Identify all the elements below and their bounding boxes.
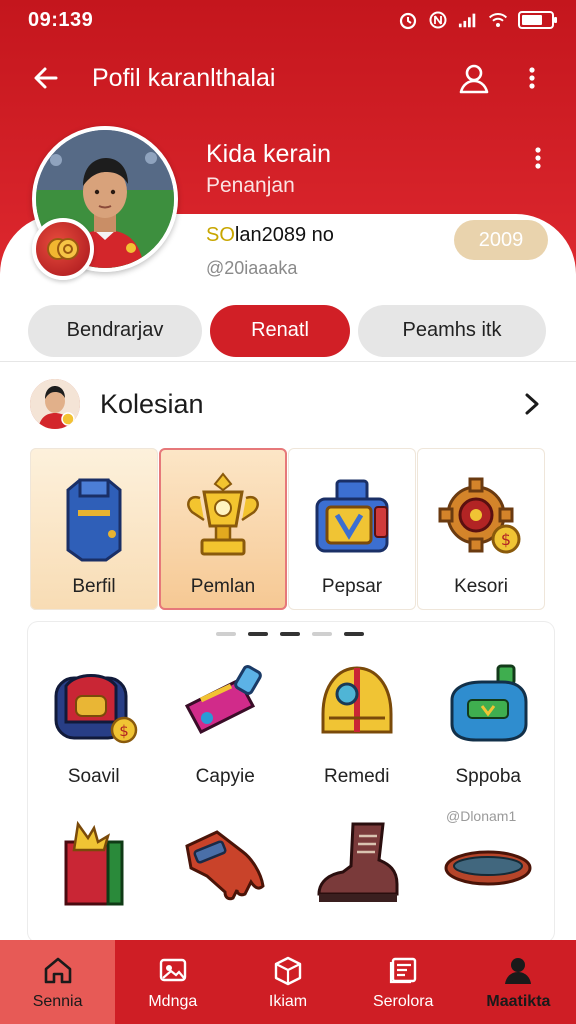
wifi-icon: [488, 10, 508, 30]
profile-handle: SOlan2089 no: [206, 224, 334, 247]
status-time: 09:139: [28, 8, 94, 31]
tab-renatl[interactable]: Renatl: [210, 304, 350, 357]
profile-more-icon[interactable]: [520, 140, 556, 176]
tab-bendrarjav[interactable]: Bendrarjav: [28, 304, 202, 357]
nav-home[interactable]: Sennia: [0, 940, 116, 1024]
belt-icon: [436, 812, 540, 916]
app-bar: Pofil karanlthalai: [0, 48, 576, 108]
item-card[interactable]: Capyie: [160, 652, 292, 788]
alarm-icon: [398, 10, 418, 30]
carousel-dot[interactable]: [248, 632, 268, 636]
nav-label: Mdnga: [148, 993, 198, 1010]
back-arrow-icon[interactable]: [26, 58, 66, 98]
nav-label: Ikiam: [268, 993, 308, 1010]
nav-label: Sennia: [32, 993, 83, 1010]
item-card[interactable]: [423, 812, 555, 926]
profile-subhandle: @20iaaaka: [206, 258, 298, 278]
profile-role: Penanjan: [206, 174, 295, 197]
boot-icon: [305, 812, 409, 916]
tab-bar: Bendrarjav Renatl Peamhs itk: [0, 300, 576, 362]
category-card-selected[interactable]: Pemlan: [159, 448, 287, 610]
battery-icon: [518, 11, 557, 29]
item-label: Sppoba: [455, 766, 521, 787]
person-icon: [501, 953, 535, 987]
items-panel: $ Soavil Capyie Remedi Sppoba @Dlonam1: [28, 622, 554, 942]
section-avatar: [30, 379, 80, 429]
pink-case-icon: [173, 652, 277, 756]
status-bar: 09:139: [0, 0, 576, 40]
clipboard-icon: [386, 953, 420, 987]
profile-handle-rest: lan2089 no: [234, 224, 334, 246]
items-grid: $ Soavil Capyie Remedi Sppoba: [28, 652, 554, 926]
profile-name: Kida kerain: [206, 140, 332, 168]
bottom-nav: Sennia Mdnga Ikiam Serolora Maatikta: [0, 940, 576, 1024]
category-label: Pepsar: [321, 576, 383, 597]
box-icon: [271, 953, 305, 987]
photo-icon: [156, 953, 190, 987]
category-label: Pemlan: [190, 576, 256, 597]
item-label: Soavil: [67, 766, 120, 787]
page-title: Pofil karanlthalai: [92, 63, 276, 92]
svg-text:$: $: [501, 530, 511, 549]
section-title: Kolesian: [100, 388, 204, 419]
item-card[interactable]: [160, 812, 292, 926]
category-card[interactable]: Pepsar: [288, 448, 416, 610]
points-badge[interactable]: 2009: [454, 220, 548, 260]
glove-icon: [173, 812, 277, 916]
coin-badge-icon: [32, 218, 94, 280]
item-label: Capyie: [195, 766, 255, 787]
nav-orders[interactable]: Serolora: [346, 940, 461, 1024]
category-label: Kesori: [454, 576, 508, 597]
category-row: Berfil Pemlan Pepsar $ Kesori: [30, 448, 546, 610]
gold-trophy-icon: [178, 470, 268, 566]
carousel-dot[interactable]: [216, 632, 236, 636]
nav-media[interactable]: Mdnga: [115, 940, 230, 1024]
signal-icon: [458, 10, 478, 30]
category-card[interactable]: Berfil: [30, 448, 158, 610]
blue-bottle-icon: [436, 652, 540, 756]
carousel-dot[interactable]: [312, 632, 332, 636]
item-card[interactable]: Sppoba: [423, 652, 555, 788]
status-icons: [398, 10, 557, 30]
nfc-icon: [428, 10, 448, 30]
item-card[interactable]: [291, 812, 423, 926]
carousel-dots: [216, 632, 364, 636]
treasure-box-icon: [307, 470, 397, 566]
account-icon[interactable]: [454, 58, 494, 98]
collection-section: Kolesian Berfil Pemlan Pepsar $ Kesori $…: [0, 362, 576, 944]
category-label: Berfil: [72, 576, 116, 597]
chevron-right-icon[interactable]: [514, 386, 550, 422]
home-icon: [41, 953, 75, 987]
item-card[interactable]: Remedi: [291, 652, 423, 788]
nav-label: Maatikta: [486, 993, 551, 1010]
backpack-icon: $: [42, 652, 146, 756]
collection-header[interactable]: Kolesian: [30, 378, 550, 430]
carousel-dot[interactable]: [280, 632, 300, 636]
gear-badge-icon: $: [436, 470, 526, 566]
more-vert-icon[interactable]: [512, 58, 552, 98]
nav-items[interactable]: Ikiam: [230, 940, 345, 1024]
item-card[interactable]: [28, 812, 160, 926]
nav-profile[interactable]: Maatikta: [461, 940, 576, 1024]
gold-helmet-icon: [305, 652, 409, 756]
nav-label: Serolora: [372, 993, 434, 1010]
gift-box-icon: [42, 812, 146, 916]
item-card[interactable]: $ Soavil: [28, 652, 160, 788]
item-label: Remedi: [324, 766, 390, 787]
profile-handle-highlight: SO: [206, 224, 235, 246]
carousel-dot[interactable]: [344, 632, 364, 636]
item-note: @Dlonam1: [446, 808, 517, 824]
blue-armor-icon: [49, 470, 139, 566]
svg-text:$: $: [119, 722, 129, 740]
category-card[interactable]: $ Kesori: [417, 448, 545, 610]
tab-peamhs-itk[interactable]: Peamhs itk: [358, 304, 546, 357]
